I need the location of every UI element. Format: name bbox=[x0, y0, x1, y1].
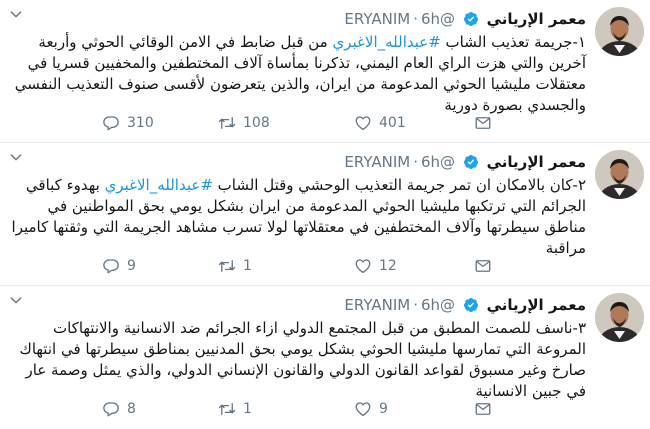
like-button[interactable]: 401 bbox=[354, 113, 406, 133]
tweet-header: معمر الإرياني @ERYANIM· 6h bbox=[344, 9, 586, 29]
retweet-count: 1 bbox=[243, 401, 252, 417]
reply-icon bbox=[103, 116, 119, 131]
tweet-header: معمر الإرياني @ERYANIM· 6h bbox=[344, 295, 586, 315]
tweet[interactable]: معمر الإرياني @ERYANIM· 6h ٣-ناسف للصمت ا… bbox=[0, 286, 650, 429]
tweet-actions: 9 1 12 bbox=[0, 256, 650, 276]
avatar[interactable] bbox=[595, 293, 644, 342]
tweet-text-part: ٣-ناسف للصمت المطبق من قبل المجتمع الدول… bbox=[19, 319, 586, 400]
tweet-feed: معمر الإرياني @ERYANIM· 6h ١-جريمة تعذيب … bbox=[0, 0, 650, 428]
reply-count: 8 bbox=[127, 401, 136, 417]
tweet-text: ٢-كان بالامكان ان تمر جريمة التعذيب الوح… bbox=[11, 175, 586, 259]
avatar-image bbox=[595, 150, 644, 199]
retweet-icon bbox=[218, 117, 236, 129]
avatar-image bbox=[595, 7, 644, 56]
like-count: 12 bbox=[379, 258, 397, 274]
retweet-count: 1 bbox=[243, 258, 252, 274]
reply-count: 9 bbox=[127, 258, 136, 274]
tweet-actions: 310 108 401 bbox=[0, 113, 650, 133]
retweet-icon bbox=[218, 403, 236, 415]
tweet-text: ١-جريمة تعذيب الشاب #عبدالله_الاغبري من … bbox=[11, 32, 586, 116]
direct-message-icon bbox=[475, 403, 491, 415]
separator-dot: · bbox=[413, 153, 418, 171]
reply-button[interactable]: 9 bbox=[102, 256, 136, 276]
retweet-icon bbox=[218, 260, 236, 272]
like-icon bbox=[355, 116, 371, 131]
timestamp[interactable]: 6h bbox=[421, 153, 440, 171]
chevron-down-icon[interactable] bbox=[8, 149, 24, 165]
retweet-count: 108 bbox=[243, 115, 270, 131]
like-icon bbox=[355, 402, 371, 417]
separator-dot: · bbox=[413, 10, 418, 28]
retweet-button[interactable]: 1 bbox=[218, 399, 252, 419]
like-button[interactable]: 9 bbox=[354, 399, 388, 419]
verified-badge-icon bbox=[463, 12, 478, 26]
verified-badge-icon bbox=[463, 155, 478, 169]
tweet-text-part: ٢-كان بالامكان ان تمر جريمة التعذيب الوح… bbox=[212, 176, 586, 194]
reply-button[interactable]: 310 bbox=[102, 113, 154, 133]
tweet-text: ٣-ناسف للصمت المطبق من قبل المجتمع الدول… bbox=[11, 318, 586, 402]
tweet-actions: 8 1 9 bbox=[0, 399, 650, 419]
chevron-down-icon[interactable] bbox=[8, 6, 24, 22]
direct-message-icon bbox=[475, 260, 491, 272]
direct-message-button[interactable] bbox=[474, 399, 499, 419]
display-name[interactable]: معمر الإرياني bbox=[487, 10, 586, 28]
retweet-button[interactable]: 1 bbox=[218, 256, 252, 276]
verified-badge-icon bbox=[463, 298, 478, 312]
reply-icon bbox=[103, 259, 119, 274]
chevron-down-icon[interactable] bbox=[8, 292, 24, 308]
tweet[interactable]: معمر الإرياني @ERYANIM· 6h ١-جريمة تعذيب … bbox=[0, 0, 650, 143]
reply-count: 310 bbox=[127, 115, 154, 131]
direct-message-icon bbox=[475, 117, 491, 129]
reply-icon bbox=[103, 402, 119, 417]
like-icon bbox=[355, 259, 371, 274]
reply-button[interactable]: 8 bbox=[102, 399, 136, 419]
retweet-button[interactable]: 108 bbox=[218, 113, 270, 133]
hashtag-link[interactable]: #عبدالله_الاغبري bbox=[105, 176, 213, 194]
like-button[interactable]: 12 bbox=[354, 256, 397, 276]
timestamp[interactable]: 6h bbox=[421, 10, 440, 28]
avatar[interactable] bbox=[595, 7, 644, 56]
display-name[interactable]: معمر الإرياني bbox=[487, 153, 586, 171]
display-name[interactable]: معمر الإرياني bbox=[487, 296, 586, 314]
avatar-image bbox=[595, 293, 644, 342]
avatar[interactable] bbox=[595, 150, 644, 199]
tweet[interactable]: معمر الإرياني @ERYANIM· 6h ٢-كان بالامكان… bbox=[0, 143, 650, 286]
tweet-text-part: ١-جريمة تعذيب الشاب bbox=[440, 33, 586, 51]
separator-dot: · bbox=[413, 296, 418, 314]
like-count: 401 bbox=[379, 115, 406, 131]
hashtag-link[interactable]: #عبدالله_الاغبري bbox=[333, 33, 441, 51]
timestamp[interactable]: 6h bbox=[421, 296, 440, 314]
like-count: 9 bbox=[379, 401, 388, 417]
direct-message-button[interactable] bbox=[474, 113, 499, 133]
tweet-header: معمر الإرياني @ERYANIM· 6h bbox=[344, 152, 586, 172]
direct-message-button[interactable] bbox=[474, 256, 499, 276]
